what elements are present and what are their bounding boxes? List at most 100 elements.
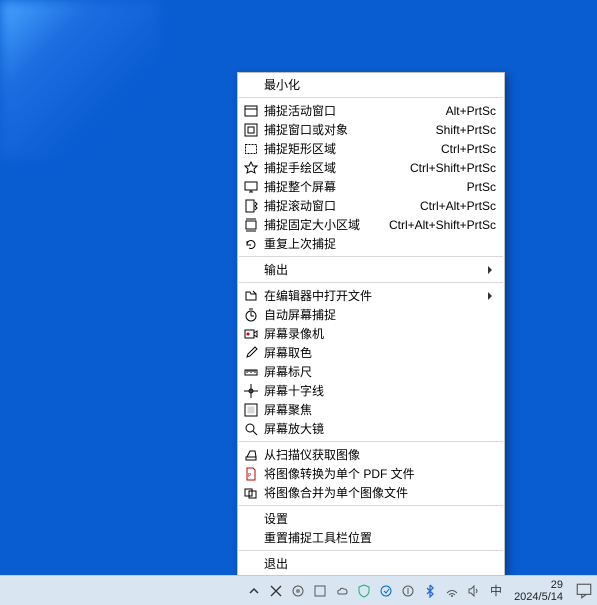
menu-item-label: 重置捕捉工具栏位置 [260, 529, 372, 546]
menu-item-label: 最小化 [260, 76, 300, 93]
menu-item-label: 从扫描仪获取图像 [260, 446, 360, 463]
monitor-icon [242, 179, 260, 195]
menu-crosshair[interactable]: 屏幕十字线 [238, 381, 504, 400]
menu-auto-capture[interactable]: 自动屏幕捕捉 [238, 305, 504, 324]
ruler-icon [242, 364, 260, 380]
menu-exit[interactable]: 退出 [238, 554, 504, 573]
merge-image-icon [242, 485, 260, 501]
menu-capture-active-window[interactable]: 捕捉活动窗口 Alt+PrtSc [238, 101, 504, 120]
menu-output[interactable]: 输出 [238, 260, 504, 279]
separator [239, 256, 503, 257]
tray-ime-indicator[interactable]: 中 [488, 582, 504, 599]
focus-icon [242, 402, 260, 418]
menu-settings[interactable]: 设置 [238, 509, 504, 528]
separator [239, 505, 503, 506]
scroll-icon [242, 198, 260, 214]
menu-capture-scrolling[interactable]: 捕捉滚动窗口 Ctrl+Alt+PrtSc [238, 196, 504, 215]
tray-action-center-icon[interactable] [575, 582, 593, 600]
menu-item-shortcut: PrtSc [467, 180, 496, 194]
menu-item-label: 屏幕放大镜 [260, 420, 324, 437]
tray-app-icon[interactable] [378, 583, 394, 599]
menu-item-label: 自动屏幕捕捉 [260, 306, 336, 323]
repeat-icon [242, 236, 260, 252]
menu-item-label: 捕捉活动窗口 [260, 102, 336, 119]
menu-capture-rect[interactable]: 捕捉矩形区域 Ctrl+PrtSc [238, 139, 504, 158]
menu-color-picker[interactable]: 屏幕取色 [238, 343, 504, 362]
tray-time: 29 [551, 579, 563, 591]
rect-select-icon [242, 141, 260, 157]
separator [239, 282, 503, 283]
crosshair-icon [242, 383, 260, 399]
menu-open-in-editor[interactable]: 在编辑器中打开文件 [238, 286, 504, 305]
menu-scanner[interactable]: 从扫描仪获取图像 [238, 445, 504, 464]
menu-item-label: 屏幕标尺 [260, 363, 312, 380]
tray-onedrive-icon[interactable] [334, 583, 350, 599]
freehand-icon [242, 160, 260, 176]
menu-screen-recorder[interactable]: 屏幕录像机 [238, 324, 504, 343]
menu-item-shortcut: Alt+PrtSc [446, 104, 496, 118]
tray-clock[interactable]: 29 2024/5/14 [510, 579, 567, 603]
menu-repeat-last[interactable]: 重复上次捕捉 [238, 234, 504, 253]
taskbar: 中 29 2024/5/14 [0, 575, 597, 605]
tray-app-icon[interactable] [290, 583, 306, 599]
menu-item-label: 捕捉窗口或对象 [260, 121, 348, 138]
magnifier-icon [242, 421, 260, 437]
svg-text:P: P [248, 473, 252, 479]
object-icon [242, 122, 260, 138]
separator [239, 550, 503, 551]
context-menu: 最小化 捕捉活动窗口 Alt+PrtSc 捕捉窗口或对象 Shift+PrtSc… [237, 72, 505, 576]
menu-item-label: 屏幕聚焦 [260, 401, 312, 418]
menu-capture-window-object[interactable]: 捕捉窗口或对象 Shift+PrtSc [238, 120, 504, 139]
timer-icon [242, 307, 260, 323]
tray-app-icon[interactable] [312, 583, 328, 599]
menu-item-label: 捕捉固定大小区域 [260, 216, 360, 233]
menu-item-label: 设置 [260, 510, 288, 527]
tray-overflow-chevron-icon[interactable] [246, 583, 262, 599]
separator [239, 441, 503, 442]
menu-item-label: 屏幕录像机 [260, 325, 324, 342]
menu-item-shortcut: Ctrl+Shift+PrtSc [410, 161, 496, 175]
menu-merge-image[interactable]: 将图像合并为单个图像文件 [238, 483, 504, 502]
menu-to-pdf[interactable]: P 将图像转换为单个 PDF 文件 [238, 464, 504, 483]
menu-item-label: 屏幕取色 [260, 344, 312, 361]
tray-app-icon[interactable] [400, 583, 416, 599]
separator [239, 97, 503, 98]
desktop: 最小化 捕捉活动窗口 Alt+PrtSc 捕捉窗口或对象 Shift+PrtSc… [0, 0, 597, 605]
tray-date: 2024/5/14 [514, 591, 563, 603]
menu-reset-toolbar[interactable]: 重置捕捉工具栏位置 [238, 528, 504, 547]
tray-bluetooth-icon[interactable] [422, 583, 438, 599]
menu-item-label: 重复上次捕捉 [260, 235, 336, 252]
menu-item-label: 将图像合并为单个图像文件 [260, 484, 408, 501]
menu-item-label: 捕捉滚动窗口 [260, 197, 336, 214]
tray-app-icon[interactable] [268, 583, 284, 599]
recorder-icon [242, 326, 260, 342]
menu-capture-freehand[interactable]: 捕捉手绘区域 Ctrl+Shift+PrtSc [238, 158, 504, 177]
menu-magnifier[interactable]: 屏幕放大镜 [238, 419, 504, 438]
fixed-size-icon [242, 217, 260, 233]
menu-ruler[interactable]: 屏幕标尺 [238, 362, 504, 381]
menu-item-shortcut: Ctrl+Alt+PrtSc [420, 199, 496, 213]
scanner-icon [242, 447, 260, 463]
menu-item-label: 屏幕十字线 [260, 382, 324, 399]
menu-item-label: 将图像转换为单个 PDF 文件 [260, 465, 415, 482]
menu-minimize[interactable]: 最小化 [238, 75, 504, 94]
tray-volume-icon[interactable] [466, 583, 482, 599]
menu-capture-fixed-size[interactable]: 捕捉固定大小区域 Ctrl+Alt+Shift+PrtSc [238, 215, 504, 234]
menu-item-label: 退出 [260, 555, 288, 572]
menu-capture-fullscreen[interactable]: 捕捉整个屏幕 PrtSc [238, 177, 504, 196]
tray-network-icon[interactable] [444, 583, 460, 599]
system-tray: 中 29 2024/5/14 [246, 579, 593, 603]
tray-security-icon[interactable] [356, 583, 372, 599]
menu-item-shortcut: Shift+PrtSc [436, 123, 496, 137]
menu-focus[interactable]: 屏幕聚焦 [238, 400, 504, 419]
eyedropper-icon [242, 345, 260, 361]
menu-item-label: 在编辑器中打开文件 [260, 287, 372, 304]
menu-item-shortcut: Ctrl+PrtSc [441, 142, 496, 156]
open-file-icon [242, 288, 260, 304]
menu-item-label: 捕捉整个屏幕 [260, 178, 336, 195]
window-icon [242, 103, 260, 119]
menu-item-label: 捕捉矩形区域 [260, 140, 336, 157]
menu-item-shortcut: Ctrl+Alt+Shift+PrtSc [389, 218, 496, 232]
pdf-icon: P [242, 466, 260, 482]
menu-item-label: 输出 [260, 261, 288, 278]
